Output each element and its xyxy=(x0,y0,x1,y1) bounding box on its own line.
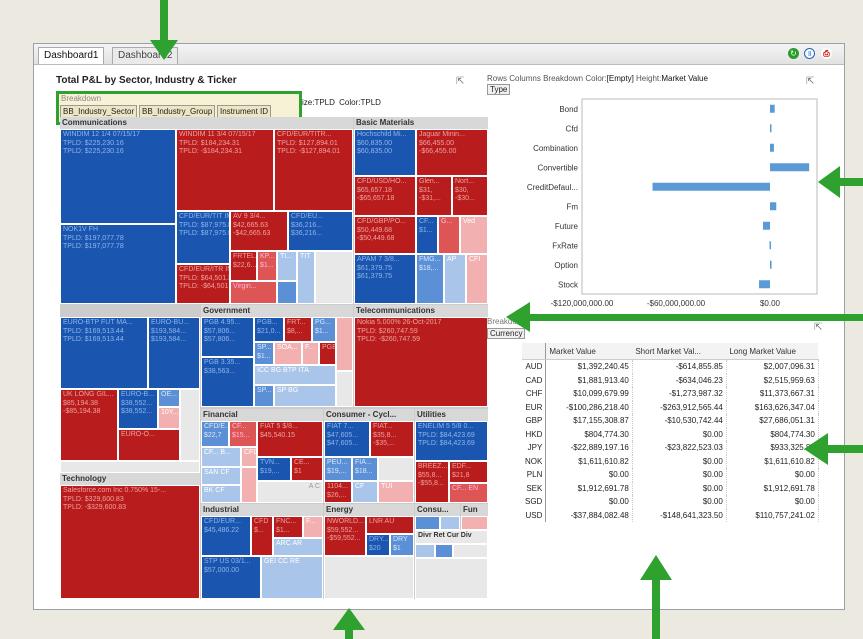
annotation-overlay xyxy=(150,0,863,639)
annotation-arrow-mid-head xyxy=(506,302,530,332)
annotation-arrow-top-head xyxy=(150,40,178,60)
annotation-arrow-table-shaft xyxy=(652,578,660,639)
annotation-arrow-mid-shaft xyxy=(530,314,863,321)
annotation-arrow-energy-head xyxy=(333,608,365,630)
annotation-arrow-top-shaft xyxy=(160,0,168,42)
annotation-arrow-chart-shaft xyxy=(838,178,863,186)
annotation-arrow-chart-head xyxy=(818,166,840,198)
annotation-arrow-jpy-head xyxy=(804,433,828,465)
annotation-arrow-table-head xyxy=(640,555,672,580)
annotation-arrow-jpy-shaft xyxy=(826,445,863,453)
